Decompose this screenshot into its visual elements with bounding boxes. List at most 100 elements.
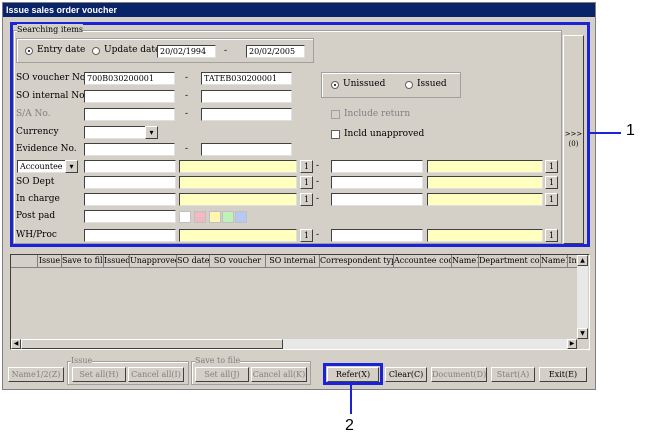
search-group-title: Searching items (17, 24, 84, 35)
scroll-up-button[interactable]: ▲ (577, 255, 588, 266)
post-pad-color-blue[interactable] (235, 211, 247, 223)
wh-proc-lookup-to[interactable]: 1 (545, 229, 558, 242)
wh-proc-code-to[interactable] (331, 229, 423, 242)
post-pad-color-yellow[interactable] (209, 211, 221, 223)
save-cancel-all-button[interactable]: Cancel all(K) (251, 367, 307, 382)
expand-button[interactable]: >>> (0) (563, 35, 584, 244)
in-charge-lookup-to[interactable]: 1 (545, 193, 558, 206)
update-date-label: Update date (104, 45, 161, 55)
col-issued[interactable]: Issued (104, 255, 130, 268)
sa-no-dash: - (185, 109, 189, 119)
wh-proc-name-from[interactable] (179, 229, 297, 242)
accountee-code-to[interactable] (331, 160, 423, 173)
accountee-name-to[interactable] (427, 160, 543, 173)
wh-proc-label: WH/Proc (16, 230, 57, 240)
in-charge-name-to[interactable] (427, 193, 543, 206)
refer-button[interactable]: Refer(X) (327, 367, 379, 382)
wh-proc-dash: - (316, 230, 320, 240)
col-department-code[interactable]: Department code (479, 255, 541, 268)
col-accountee-code[interactable]: Accountee code (394, 255, 452, 268)
so-internal-label: SO internal No. (16, 91, 88, 101)
so-voucher-to-field[interactable]: TATEB030200001 (201, 72, 292, 85)
in-charge-label: In charge (16, 194, 60, 204)
date-to-field[interactable]: 20/02/2005 (246, 45, 305, 58)
col-name1-dept[interactable]: Name1 (541, 255, 568, 268)
col-issue[interactable]: Issue (38, 255, 62, 268)
so-dept-name-to[interactable] (427, 176, 543, 189)
col-correspondent-type[interactable]: Correspondent type (320, 255, 394, 268)
window-title: Issue sales order voucher (3, 3, 595, 17)
accountee-name-from[interactable] (179, 160, 297, 173)
post-pad-label: Post pad (16, 211, 56, 221)
issued-radio[interactable] (405, 81, 413, 89)
so-internal-to-field[interactable] (201, 90, 292, 103)
in-charge-lookup-from[interactable]: 1 (300, 193, 313, 206)
name1-2-button[interactable]: Name1/2(Z) (8, 367, 64, 382)
so-dept-lookup-from[interactable]: 1 (300, 176, 313, 189)
wh-proc-name-to[interactable] (427, 229, 543, 242)
table-vertical-scrollbar[interactable]: ▲ ▼ (577, 255, 588, 339)
include-return-checkbox[interactable] (331, 110, 340, 119)
scroll-right-button[interactable]: ▶ (567, 339, 577, 349)
so-internal-dash: - (185, 91, 189, 101)
date-from-field[interactable]: 20/02/1994 (157, 45, 216, 58)
accountee-dash: - (316, 161, 320, 171)
post-pad-color-green[interactable] (222, 211, 234, 223)
update-date-radio[interactable] (92, 47, 100, 55)
evidence-to-field[interactable] (201, 143, 292, 156)
table-horizontal-scrollbar[interactable]: ◀ ▶ (11, 339, 577, 349)
in-charge-name-from[interactable] (179, 193, 297, 206)
wh-proc-code-from[interactable] (84, 229, 176, 242)
so-dept-code-from[interactable] (84, 176, 176, 189)
results-table[interactable]: Issue Save to file Issued Unapproved SO … (10, 254, 590, 350)
callout-1-label: 1 (626, 122, 635, 139)
evidence-from-field[interactable] (84, 143, 175, 156)
so-dept-lookup-to[interactable]: 1 (545, 176, 558, 189)
accountee-lookup-to[interactable]: 1 (545, 160, 558, 173)
accountee-code-from[interactable] (84, 160, 176, 173)
post-pad-color-red[interactable] (194, 211, 206, 223)
document-button[interactable]: Document(D) (431, 367, 487, 382)
horizontal-scroll-thumb[interactable] (21, 339, 283, 349)
sa-no-from-field[interactable] (84, 108, 175, 121)
entry-date-radio[interactable] (25, 47, 33, 55)
col-so-voucher[interactable]: SO voucher (210, 255, 266, 268)
so-dept-name-from[interactable] (179, 176, 297, 189)
in-charge-dash: - (316, 194, 320, 204)
col-name1[interactable]: Name1 (452, 255, 479, 268)
save-set-all-button[interactable]: Set all(J) (195, 367, 249, 382)
currency-dropdown-button[interactable]: ▾ (145, 126, 158, 139)
scroll-left-button[interactable]: ◀ (11, 339, 21, 349)
clear-button[interactable]: Clear(C) (385, 367, 427, 382)
expand-shortcut: (0) (568, 140, 579, 148)
col-save-to-file[interactable]: Save to file (62, 255, 104, 268)
start-button[interactable]: Start(A) (491, 367, 535, 382)
col-so-internal[interactable]: SO internal (266, 255, 320, 268)
post-pad-color-white[interactable] (179, 211, 191, 223)
so-voucher-dash: - (185, 73, 189, 83)
incld-unapproved-checkbox[interactable] (331, 130, 340, 139)
sa-no-to-field[interactable] (201, 108, 292, 121)
so-dept-code-to[interactable] (331, 176, 423, 189)
so-voucher-label: SO voucher No. (16, 73, 89, 83)
in-charge-code-from[interactable] (84, 193, 176, 206)
so-dept-label: SO Dept (16, 177, 55, 187)
evidence-dash: - (185, 144, 189, 154)
wh-proc-lookup-from[interactable]: 1 (300, 229, 313, 242)
scroll-down-button[interactable]: ▼ (577, 328, 588, 339)
issue-group-title: Issue (71, 355, 93, 366)
so-voucher-from-field[interactable]: 700B030200001 (84, 72, 175, 85)
unissued-radio[interactable] (331, 81, 339, 89)
issue-cancel-all-button[interactable]: Cancel all(I) (128, 367, 184, 382)
callout-2-line (350, 384, 352, 414)
so-internal-from-field[interactable] (84, 90, 175, 103)
col-unapproved[interactable]: Unapproved (130, 255, 177, 268)
issue-set-all-button[interactable]: Set all(H) (72, 367, 126, 382)
accountee-lookup-from[interactable]: 1 (300, 160, 313, 173)
chevron-down-icon: ▾ (149, 128, 154, 137)
post-pad-field[interactable] (84, 210, 176, 223)
exit-button[interactable]: Exit(E) (539, 367, 587, 382)
in-charge-code-to[interactable] (331, 193, 423, 206)
accountee-dropdown-button[interactable]: ▾ (65, 160, 78, 173)
col-so-date[interactable]: SO date (177, 255, 210, 268)
